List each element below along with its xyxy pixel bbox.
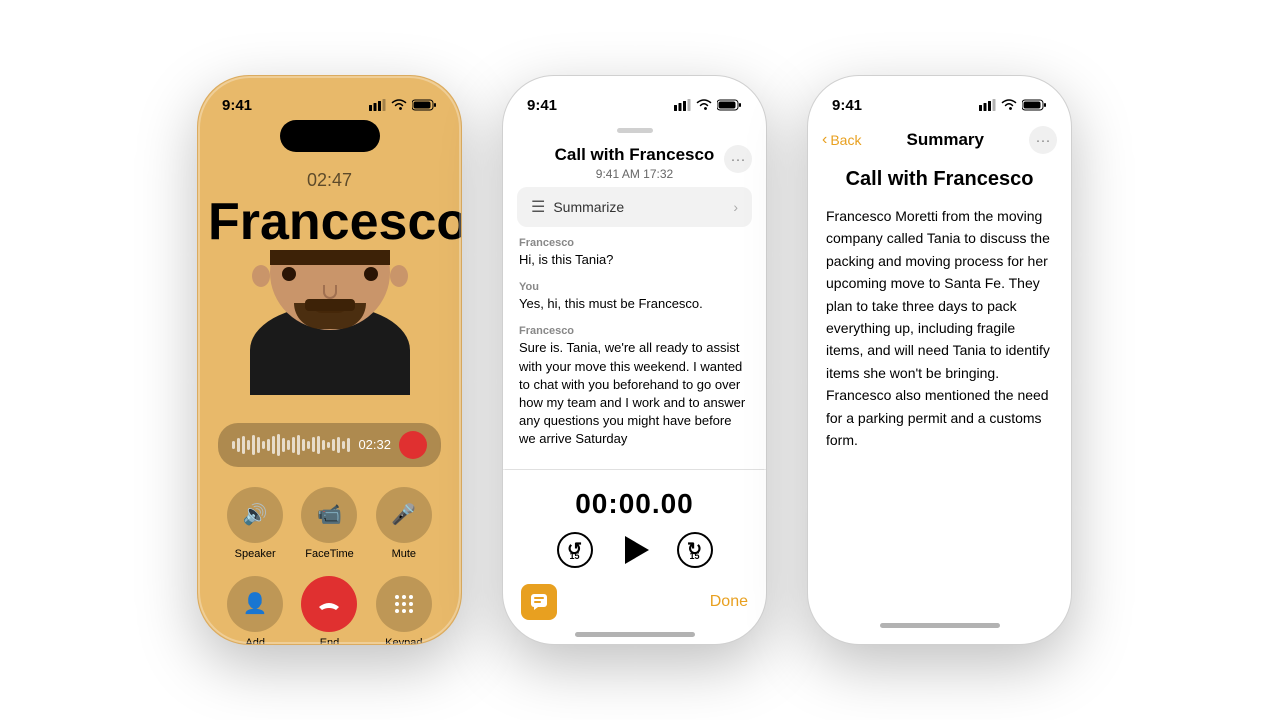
- caller-name: Francesco: [198, 195, 461, 250]
- status-bar-3: 9:41: [808, 76, 1071, 120]
- memoji-area: [198, 250, 461, 415]
- phone-3-summary: 9:41 ‹ Back Summary: [807, 75, 1072, 645]
- back-chevron-icon: ‹: [822, 131, 827, 149]
- battery-icon-2: [717, 99, 742, 111]
- end-button[interactable]: End: [300, 576, 358, 645]
- wifi-icon: [391, 99, 407, 111]
- transcript-messages: Francesco Hi, is this Tania? You Yes, hi…: [503, 237, 766, 461]
- dynamic-island-1: [280, 120, 380, 152]
- playback-controls: ↺ 15 ↻ 15: [523, 530, 746, 570]
- more-options-button[interactable]: ···: [724, 145, 752, 173]
- keypad-button[interactable]: Keypad: [375, 576, 433, 645]
- summary-call-title: Call with Francesco: [826, 168, 1053, 191]
- summary-nav-title: Summary: [906, 130, 983, 150]
- transcript-app-icon[interactable]: [521, 584, 557, 620]
- status-time-1: 9:41: [222, 97, 252, 114]
- speaker-button[interactable]: 🔊 Speaker: [226, 487, 284, 560]
- call-info: 02:47: [198, 162, 461, 195]
- battery-icon: [412, 99, 437, 111]
- skip-forward-button[interactable]: ↻ 15: [677, 532, 713, 568]
- back-label: Back: [830, 132, 861, 148]
- call-buttons-grid: 🔊 Speaker 📹 FaceTime 🎤 Mute 👤 Add: [198, 475, 461, 645]
- done-button[interactable]: Done: [710, 593, 748, 611]
- status-icons-1: [369, 99, 437, 111]
- facetime-button[interactable]: 📹 FaceTime: [300, 487, 358, 560]
- wifi-icon-2: [696, 99, 712, 111]
- playback-section: 00:00.00 ↺ 15 ↻ 15: [503, 478, 766, 576]
- add-button[interactable]: 👤 Add: [226, 576, 284, 645]
- skip-back-button[interactable]: ↺ 15: [557, 532, 593, 568]
- mute-button[interactable]: 🎤 Mute: [375, 487, 433, 560]
- summarize-left: ☰ Summarize: [531, 197, 624, 217]
- msg-text-0: Hi, is this Tania?: [519, 251, 750, 269]
- status-bar-1: 9:41: [198, 76, 461, 120]
- message-2: Francesco Sure is. Tania, we're all read…: [519, 325, 750, 448]
- drag-handle: [617, 128, 653, 133]
- home-bar-3: [880, 623, 1000, 628]
- status-icons-3: [979, 99, 1047, 111]
- status-bar-2: 9:41: [503, 76, 766, 120]
- summarize-row[interactable]: ☰ Summarize ›: [517, 187, 752, 227]
- waveform-bar: 02:32: [218, 423, 441, 467]
- message-1: You Yes, hi, this must be Francesco.: [519, 281, 750, 313]
- end-call-icon: [316, 591, 342, 617]
- call-duration: 02:47: [198, 170, 461, 191]
- summary-text: Francesco Moretti from the moving compan…: [826, 205, 1053, 451]
- summarize-chevron-icon: ›: [733, 199, 738, 215]
- summary-nav: ‹ Back Summary ···: [808, 120, 1071, 154]
- transcript-title: Call with Francesco: [523, 145, 746, 165]
- home-bar-2: [575, 632, 695, 637]
- transcript-subtitle: 9:41 AM 17:32: [523, 167, 746, 181]
- record-button[interactable]: [399, 431, 427, 459]
- play-button[interactable]: [615, 530, 655, 570]
- transcript-footer: Done: [503, 576, 766, 624]
- msg-speaker-2: Francesco: [519, 325, 750, 337]
- wifi-icon-3: [1001, 99, 1017, 111]
- back-button[interactable]: ‹ Back: [822, 131, 861, 149]
- status-time-3: 9:41: [832, 97, 862, 114]
- battery-icon-3: [1022, 99, 1047, 111]
- signal-icon-3: [979, 99, 996, 111]
- msg-text-2: Sure is. Tania, we're all ready to assis…: [519, 339, 750, 448]
- status-icons-2: [674, 99, 742, 111]
- divider: [503, 469, 766, 470]
- msg-text-1: Yes, hi, this must be Francesco.: [519, 295, 750, 313]
- keypad-icon: [393, 593, 415, 615]
- phone-2-transcript: 9:41 Call with Francesco 9:41 AM: [502, 75, 767, 645]
- waveform-time: 02:32: [358, 437, 391, 452]
- message-0: Francesco Hi, is this Tania?: [519, 237, 750, 269]
- signal-icon: [369, 99, 386, 111]
- phone-1-active-call: 9:41 02:47 Francesco: [197, 75, 462, 645]
- status-time-2: 9:41: [527, 97, 557, 114]
- summary-content: Call with Francesco Francesco Moretti fr…: [808, 154, 1071, 465]
- playback-time: 00:00.00: [523, 488, 746, 520]
- play-icon: [625, 536, 649, 564]
- transcript-header: Call with Francesco 9:41 AM 17:32 ···: [503, 137, 766, 187]
- memoji: [220, 250, 440, 415]
- msg-speaker-0: Francesco: [519, 237, 750, 249]
- msg-speaker-1: You: [519, 281, 750, 293]
- signal-icon-2: [674, 99, 691, 111]
- waveform-visual: [232, 433, 350, 457]
- summarize-icon: ☰: [531, 197, 545, 217]
- summarize-label: Summarize: [553, 199, 624, 215]
- summary-more-button[interactable]: ···: [1029, 126, 1057, 154]
- chat-icon: [529, 592, 549, 612]
